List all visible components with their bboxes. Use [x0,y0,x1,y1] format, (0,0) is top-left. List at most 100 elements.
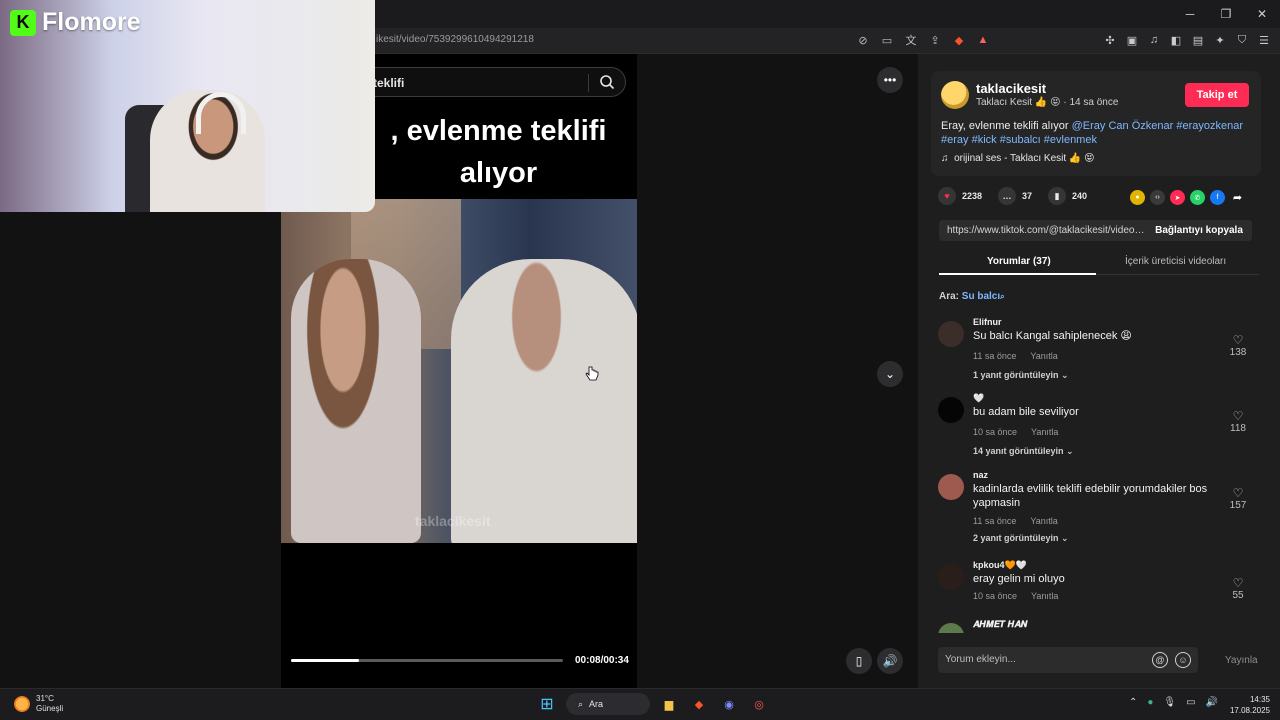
vpn-icon[interactable]: ⛉ [1234,32,1250,48]
tiktok-search-bar[interactable]: teklifi [360,67,626,97]
brave-shield-icon[interactable]: ◆ [951,32,967,48]
follow-button[interactable]: Takip et [1185,83,1249,107]
save-button[interactable]: ▮ 240 [1048,187,1087,205]
copy-link-button[interactable]: Bağlantıyı kopyala [1146,220,1252,241]
tab-comments[interactable]: Yorumlar (37) [987,256,1051,267]
translate-icon[interactable]: 文 [903,32,919,48]
more-options-button[interactable]: ••• [877,67,903,93]
reply-button[interactable]: Yanıtla [1031,591,1058,601]
minimize-button[interactable]: ─ [1172,0,1208,28]
view-replies-button[interactable]: 1 yanıt görüntüleyin ⌄ [973,370,1069,381]
more-share-icon[interactable]: ➦ [1230,190,1245,205]
panel-scrollbar[interactable] [1274,54,1280,688]
post-comment-button[interactable]: Yayınla [1225,655,1258,666]
related-search-query[interactable]: Su balcı [962,291,1000,302]
app-icon[interactable]: ◎ [748,693,770,715]
view-replies-button[interactable]: 2 yanıt görüntüleyin ⌄ [973,533,1069,544]
no-tracking-icon[interactable]: ⊘ [855,32,871,48]
hashtag-link[interactable]: #kick [972,134,997,146]
emoji-icon[interactable]: ☺ [1175,652,1191,668]
video-caption: , evlenme teklifi alıyor [390,115,607,189]
like-button[interactable]: ♥ 2238 [938,187,982,205]
view-replies-button[interactable]: 14 yanıt görüntüleyin ⌄ [973,446,1074,457]
network-icon[interactable]: ▭ [1186,697,1195,708]
wallet-icon[interactable]: ▤ [1190,32,1206,48]
embed-share-icon[interactable]: ‹› [1150,190,1165,205]
volume-button[interactable]: 🔊 [877,648,903,674]
comment-input[interactable]: Yorum ekleyin... @ ☺ [938,647,1198,673]
microphone-icon[interactable]: 🎙 [1163,697,1176,708]
video-link[interactable]: https://www.tiktok.com/@taklacikesit/vid… [947,225,1145,236]
close-button[interactable]: ✕ [1244,0,1280,28]
commenter-avatar[interactable] [938,397,964,423]
reply-button[interactable]: Yanıtla [1030,516,1057,526]
commenter-name[interactable]: 🤍 [973,393,984,404]
video-progress-bar[interactable] [291,659,563,662]
webcam-overlay: K Flomore [0,0,375,212]
hashtag-link[interactable]: #evlenmek [1044,134,1097,146]
taskbar-clock[interactable]: 14:35 17.08.2025 [1230,694,1270,716]
coin-share-icon[interactable]: ● [1130,190,1145,205]
next-video-button[interactable]: ⌄ [877,361,903,387]
sound-name: orijinal ses - Taklacı Kesit 👍 😝 [954,153,1095,164]
url-text[interactable]: ikesit/video/7539299610494291218 [376,34,534,45]
floating-player-button[interactable]: ▯ [846,648,872,674]
mention-link[interactable]: @Eray Can Özkenar [1072,120,1174,132]
start-button[interactable]: ⊞ [536,693,558,715]
commenter-name[interactable]: naz [973,470,988,480]
taskbar-search[interactable]: ⌕ Ara [566,693,650,715]
creator-username[interactable]: taklacikesit [976,81,1046,96]
comment-item: 𝑨𝑯𝑴𝑬𝑻 𝑯𝑨𝑵 [938,619,1258,633]
speaker-icon[interactable]: 🔊 [1206,697,1218,708]
restore-button[interactable]: ❐ [1208,0,1244,28]
comment-like[interactable]: ♡ 157 [1226,486,1250,511]
cast-icon[interactable]: ▭ [879,32,895,48]
search-icon[interactable] [599,74,615,90]
brave-browser-icon[interactable]: ◆ [688,693,710,715]
clock-time: 14:35 [1249,695,1270,704]
like-count: 2238 [962,191,983,201]
creator-avatar[interactable] [941,81,969,109]
taskbar-search-label: Ara [589,699,604,709]
related-search-label: Ara: [939,291,962,302]
reply-button[interactable]: Yanıtla [1030,351,1057,361]
music-icon[interactable]: ♫ [1146,32,1162,48]
weather-widget[interactable]: 31°C Güneşli [14,694,63,714]
screenshot-icon[interactable]: ▣ [1124,32,1140,48]
extensions-icon[interactable]: ✣ [1102,32,1118,48]
video-link-box[interactable]: https://www.tiktok.com/@taklacikesit/vid… [939,220,1252,241]
sound-link[interactable]: ♫ orijinal ses - Taklacı Kesit 👍 😝 [941,153,1095,164]
mention-icon[interactable]: @ [1152,652,1168,668]
hashtag-link[interactable]: #eray [941,134,969,146]
comment-like[interactable]: ♡ 138 [1226,333,1250,358]
facebook-share-icon[interactable]: f [1210,190,1225,205]
commenter-name[interactable]: 𝑨𝑯𝑴𝑬𝑻 𝑯𝑨𝑵 [973,619,1027,630]
comment-meta: 10 sa önce Yanıtla [973,591,1058,601]
commenter-name[interactable]: Elifnur [973,317,1002,327]
leo-icon[interactable]: ✦ [1212,32,1228,48]
commenter-avatar[interactable] [938,564,964,590]
comment-like[interactable]: ♡ 55 [1226,576,1250,601]
video-frame[interactable]: taklacikesit [281,199,637,543]
hashtag-link[interactable]: #erayozkenar [1176,120,1243,132]
tray-app-icon[interactable]: ● [1147,697,1153,708]
sidebar-icon[interactable]: ◧ [1168,32,1184,48]
commenter-avatar[interactable] [938,623,964,633]
reply-button[interactable]: Yanıtla [1031,427,1058,437]
comment-like[interactable]: ♡ 118 [1226,409,1250,434]
hashtag-link[interactable]: #subalcı [1000,134,1041,146]
send-share-icon[interactable]: ➤ [1170,190,1185,205]
menu-icon[interactable]: ☰ [1256,32,1272,48]
tab-creator-videos[interactable]: İçerik üreticisi videoları [1125,256,1226,267]
whatsapp-share-icon[interactable]: ✆ [1190,190,1205,205]
related-search[interactable]: Ara: Su balcı⌕ [939,291,1005,302]
commenter-avatar[interactable] [938,474,964,500]
commenter-avatar[interactable] [938,321,964,347]
commenter-name[interactable]: kpkou4🧡🤍 [973,560,1027,571]
chevron-up-icon[interactable]: ⌃ [1129,697,1137,708]
discord-icon[interactable]: ◉ [718,693,740,715]
comment-button[interactable]: … 37 [998,187,1032,205]
share-icon[interactable]: ⇪ [927,32,943,48]
brave-rewards-icon[interactable]: ▲ [975,32,991,48]
file-explorer-icon[interactable]: ▆ [658,693,680,715]
